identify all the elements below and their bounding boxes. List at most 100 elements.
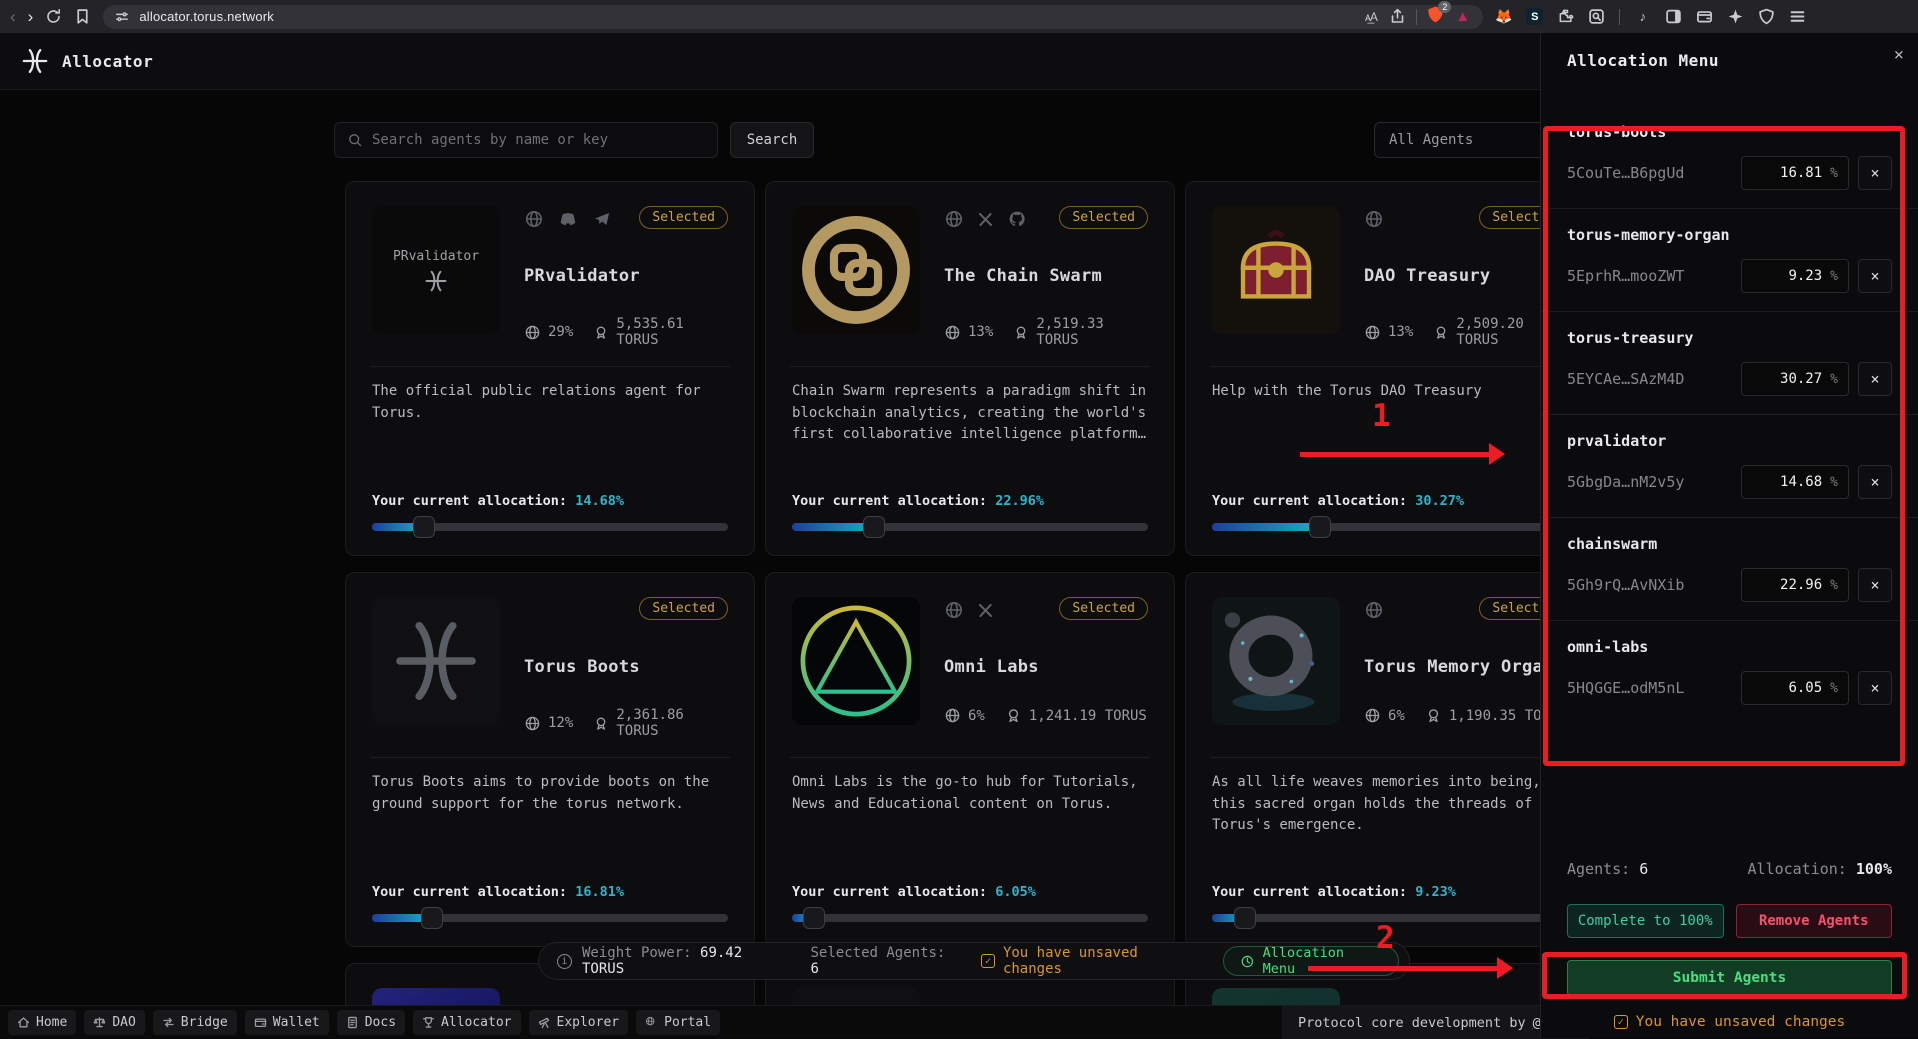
wallet-icon[interactable]: [1696, 8, 1713, 25]
website-icon[interactable]: [944, 600, 964, 620]
remove-agents-button[interactable]: Remove Agents: [1736, 904, 1893, 938]
reload-button[interactable]: [45, 8, 62, 25]
remove-agent-button[interactable]: ×: [1858, 568, 1892, 602]
website-icon[interactable]: [1364, 209, 1384, 229]
website-icon[interactable]: [1364, 600, 1384, 620]
agent-card-prvalidator[interactable]: PRvalidator Selected PRvalidator 29%: [345, 181, 755, 556]
forward-button[interactable]: ›: [28, 8, 34, 25]
allocation-value: 16.81%: [575, 884, 624, 900]
url-text[interactable]: allocator.torus.network: [139, 9, 274, 24]
agent-image: [372, 597, 500, 725]
treasury-chest-image: [1221, 215, 1331, 325]
agent-address: 5EprhR…mooZWT: [1567, 267, 1732, 285]
bookmark-icon[interactable]: [74, 8, 91, 25]
agents-count-label: Agents:: [1567, 860, 1630, 878]
website-icon[interactable]: [944, 209, 964, 229]
allocation-slider[interactable]: [792, 523, 1148, 531]
x-icon[interactable]: [977, 211, 994, 228]
stake-amount: 2,519.33 TORUS: [1036, 316, 1148, 348]
allocation-slider[interactable]: [372, 914, 728, 922]
agents-filter-select[interactable]: All Agents: [1374, 122, 1560, 158]
search-button[interactable]: Search: [730, 122, 814, 158]
agent-description: Help with the Torus DAO Treasury: [1212, 381, 1568, 493]
browser-toolbar: ‹ › allocator.torus.network ᴀ̲A 2 ▲ 🦊 S …: [0, 0, 1918, 33]
slider-thumb[interactable]: [863, 516, 885, 538]
address-bar[interactable]: allocator.torus.network ᴀ̲A 2 ▲: [103, 5, 1483, 29]
metamask-icon[interactable]: 🦊: [1495, 8, 1512, 25]
allocation-slider[interactable]: [1212, 914, 1568, 922]
footer-item-home[interactable]: Home: [8, 1010, 76, 1035]
footer-item-wallet[interactable]: Wallet: [245, 1010, 329, 1035]
agent-card-omni-labs[interactable]: Selected Omni Labs 6% 1,241.19 TORUS Omn…: [765, 572, 1175, 947]
agent-card-dao-treasury[interactable]: Selected DAO Treasury 13% 2,509.20 TORUS…: [1185, 181, 1595, 556]
complete-to-100-button[interactable]: Complete to 100%: [1567, 904, 1724, 938]
footer-item-dao[interactable]: DAO: [84, 1010, 144, 1035]
discord-icon[interactable]: [557, 209, 579, 229]
agent-key-name: omni-labs: [1567, 638, 1892, 656]
remove-agent-button[interactable]: ×: [1858, 156, 1892, 190]
footer-item-explorer[interactable]: Explorer: [529, 1010, 629, 1035]
slider-thumb[interactable]: [1234, 907, 1256, 929]
sidebar-toggle-icon[interactable]: [1665, 8, 1682, 25]
slider-thumb[interactable]: [413, 516, 435, 538]
allocation-slider[interactable]: [1212, 523, 1568, 531]
allocation-input[interactable]: 30.27%: [1741, 362, 1849, 396]
submit-agents-button[interactable]: Submit Agents: [1567, 960, 1892, 996]
media-icon[interactable]: ♪: [1634, 8, 1651, 25]
agent-image-text: PRvalidator: [393, 249, 479, 264]
close-icon[interactable]: ×: [1894, 45, 1904, 65]
remove-agent-button[interactable]: ×: [1858, 259, 1892, 293]
vpn-shield-icon[interactable]: [1758, 8, 1775, 25]
trophy-icon: [422, 1016, 435, 1029]
x-icon[interactable]: [977, 602, 994, 619]
brave-rewards-icon[interactable]: ▲: [1454, 8, 1471, 25]
allocation-value: 22.96%: [995, 493, 1044, 509]
agent-image: [792, 597, 920, 725]
leo-ai-icon[interactable]: [1727, 8, 1744, 25]
translate-icon[interactable]: ᴀ̲A: [1362, 8, 1379, 25]
agent-card-torus-boots[interactable]: Selected Torus Boots 12% 2,361.86 TORUS …: [345, 572, 755, 947]
status-bar: i Weight Power: 69.42 TORUS Selected Age…: [538, 942, 1410, 980]
search-input[interactable]: [372, 132, 705, 148]
site-settings-icon[interactable]: [115, 10, 129, 24]
allocation-input[interactable]: 14.68%: [1741, 465, 1849, 499]
torus-logo-icon[interactable]: [22, 48, 48, 74]
slider-thumb[interactable]: [421, 907, 443, 929]
agent-description: Chain Swarm represents a paradigm shift …: [792, 381, 1148, 493]
allocation-input[interactable]: 16.81%: [1741, 156, 1849, 190]
allocation-slider[interactable]: [792, 914, 1148, 922]
allocation-menu-button[interactable]: Allocation Menu: [1223, 946, 1399, 976]
wallet-icon: [254, 1016, 267, 1029]
allocation-input[interactable]: 22.96%: [1741, 568, 1849, 602]
website-icon[interactable]: [524, 209, 544, 229]
extensions-puzzle-icon[interactable]: [1557, 8, 1574, 25]
remove-agent-button[interactable]: ×: [1858, 671, 1892, 705]
remove-agent-button[interactable]: ×: [1858, 465, 1892, 499]
extension-s-icon[interactable]: S: [1526, 8, 1543, 25]
share-icon[interactable]: [1389, 8, 1406, 25]
back-button[interactable]: ‹: [10, 8, 16, 25]
footer-item-bridge[interactable]: Bridge: [153, 1010, 237, 1035]
brave-shield-icon[interactable]: 2: [1427, 6, 1444, 28]
allocation-row: Your current allocation: 9.23%: [1212, 884, 1568, 900]
allocation-value: 9.23%: [1415, 884, 1456, 900]
allocation-slider[interactable]: [372, 523, 728, 531]
footer-item-docs[interactable]: Docs: [337, 1010, 405, 1035]
box-search-icon[interactable]: [1588, 8, 1605, 25]
allocation-input[interactable]: 6.05%: [1741, 671, 1849, 705]
telegram-icon[interactable]: [592, 209, 612, 229]
github-icon[interactable]: [1007, 209, 1027, 229]
footer-item-allocator[interactable]: Allocator: [413, 1010, 520, 1035]
allocation-input[interactable]: 9.23%: [1741, 259, 1849, 293]
slider-thumb[interactable]: [1309, 516, 1331, 538]
footer-item-portal[interactable]: Portal: [636, 1010, 720, 1035]
menu-icon[interactable]: [1789, 8, 1806, 25]
selected-badge: Selected: [1059, 206, 1148, 229]
agent-card-chainswarm[interactable]: Selected The Chain Swarm 13% 2,519.33 TO…: [765, 181, 1175, 556]
remove-agent-button[interactable]: ×: [1858, 362, 1892, 396]
network-share-icon: [1364, 707, 1381, 724]
slider-thumb[interactable]: [803, 907, 825, 929]
sidebar-unsaved-status: ✓ You have unsaved changes: [1567, 1014, 1892, 1030]
agent-card-torus-memory-organ[interactable]: Selected Torus Memory Organ 6% 1,190.35 …: [1185, 572, 1595, 947]
docs-icon: [346, 1016, 359, 1029]
